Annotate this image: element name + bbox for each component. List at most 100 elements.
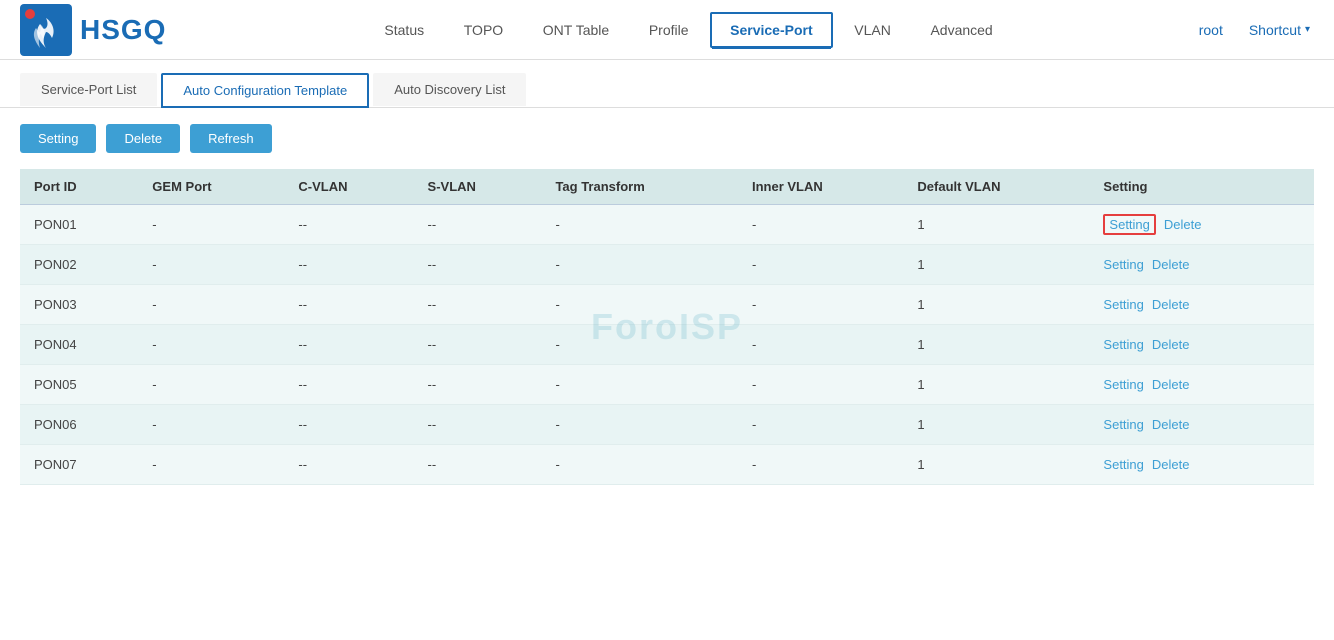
cell-gem-port: - bbox=[138, 205, 284, 245]
action-setting-link[interactable]: Setting bbox=[1103, 417, 1143, 432]
table-header: Port ID GEM Port C-VLAN S-VLAN Tag Trans… bbox=[20, 169, 1314, 205]
nav-item-ont-table[interactable]: ONT Table bbox=[525, 14, 627, 46]
col-setting: Setting bbox=[1089, 169, 1314, 205]
cell-c-vlan: -- bbox=[284, 205, 413, 245]
action-setting-link[interactable]: Setting bbox=[1103, 377, 1143, 392]
tab-auto-discovery-list[interactable]: Auto Discovery List bbox=[373, 73, 526, 106]
logo-icon bbox=[20, 4, 72, 56]
cell-inner-vlan: - bbox=[738, 325, 903, 365]
nav-item-vlan[interactable]: VLAN bbox=[836, 14, 909, 46]
table-row: PON07-------1SettingDelete bbox=[20, 445, 1314, 485]
action-delete-link[interactable]: Delete bbox=[1152, 337, 1190, 352]
table-body: PON01-------1SettingDeletePON02-------1S… bbox=[20, 205, 1314, 485]
nav-item-status[interactable]: Status bbox=[366, 14, 442, 46]
action-setting-link[interactable]: Setting bbox=[1103, 214, 1155, 235]
logo-text: HSGQ bbox=[80, 14, 166, 46]
cell-actions: Setting Delete bbox=[1089, 245, 1314, 285]
chevron-down-icon: ▾ bbox=[1305, 24, 1310, 35]
action-delete-link[interactable]: Delete bbox=[1152, 377, 1190, 392]
action-setting-link[interactable]: Setting bbox=[1103, 297, 1143, 312]
cell-tag-transform: - bbox=[541, 205, 738, 245]
action-delete-link[interactable]: Delete bbox=[1152, 297, 1190, 312]
cell-tag-transform: - bbox=[541, 445, 738, 485]
cell-c-vlan: -- bbox=[284, 325, 413, 365]
cell-gem-port: - bbox=[138, 245, 284, 285]
action-delete-link[interactable]: Delete bbox=[1152, 257, 1190, 272]
cell-c-vlan: -- bbox=[284, 245, 413, 285]
action-delete-link[interactable]: Delete bbox=[1152, 457, 1190, 472]
cell-c-vlan: -- bbox=[284, 405, 413, 445]
header: HSGQ Status TOPO ONT Table Profile Servi… bbox=[0, 0, 1334, 60]
cell-inner-vlan: - bbox=[738, 205, 903, 245]
nav-item-advanced[interactable]: Advanced bbox=[912, 14, 1010, 46]
cell-inner-vlan: - bbox=[738, 365, 903, 405]
cell-inner-vlan: - bbox=[738, 245, 903, 285]
col-default-vlan: Default VLAN bbox=[903, 169, 1089, 205]
setting-button[interactable]: Setting bbox=[20, 124, 96, 153]
cell-actions: Setting Delete bbox=[1089, 205, 1314, 245]
action-delete-link[interactable]: Delete bbox=[1164, 217, 1202, 232]
cell-s-vlan: -- bbox=[414, 285, 542, 325]
col-inner-vlan: Inner VLAN bbox=[738, 169, 903, 205]
cell-actions: Setting Delete bbox=[1089, 285, 1314, 325]
cell-port-id: PON04 bbox=[20, 325, 138, 365]
nav-wrapper-service-port: Status TOPO ONT Table Profile Service-Po… bbox=[366, 22, 1010, 38]
cell-tag-transform: - bbox=[541, 285, 738, 325]
nav-right: root Shortcut ▾ bbox=[1181, 14, 1314, 46]
cell-default-vlan: 1 bbox=[903, 205, 1089, 245]
cell-port-id: PON03 bbox=[20, 285, 138, 325]
cell-tag-transform: - bbox=[541, 365, 738, 405]
main-nav: Status TOPO ONT Table Profile Service-Po… bbox=[196, 22, 1180, 38]
action-delete-link[interactable]: Delete bbox=[1152, 417, 1190, 432]
col-port-id: Port ID bbox=[20, 169, 138, 205]
toolbar: Setting Delete Refresh bbox=[0, 108, 1334, 169]
nav-item-profile[interactable]: Profile bbox=[631, 14, 707, 46]
table-row: PON06-------1SettingDelete bbox=[20, 405, 1314, 445]
tab-service-port-list[interactable]: Service-Port List bbox=[20, 73, 157, 106]
cell-s-vlan: -- bbox=[414, 325, 542, 365]
cell-default-vlan: 1 bbox=[903, 405, 1089, 445]
nav-item-root[interactable]: root bbox=[1181, 14, 1241, 46]
nav-item-topo[interactable]: TOPO bbox=[446, 14, 521, 46]
table-row: PON03-------1SettingDelete bbox=[20, 285, 1314, 325]
delete-button[interactable]: Delete bbox=[106, 124, 180, 153]
cell-default-vlan: 1 bbox=[903, 445, 1089, 485]
cell-c-vlan: -- bbox=[284, 365, 413, 405]
table-container: ForoISP Port ID GEM Port C-VLAN S-VLAN T… bbox=[0, 169, 1334, 485]
cell-s-vlan: -- bbox=[414, 445, 542, 485]
cell-gem-port: - bbox=[138, 405, 284, 445]
table-row: PON05-------1SettingDelete bbox=[20, 365, 1314, 405]
refresh-button[interactable]: Refresh bbox=[190, 124, 272, 153]
cell-port-id: PON06 bbox=[20, 405, 138, 445]
col-c-vlan: C-VLAN bbox=[284, 169, 413, 205]
nav-item-service-port[interactable]: Service-Port bbox=[710, 12, 832, 48]
table-row: PON02-------1SettingDelete bbox=[20, 245, 1314, 285]
cell-default-vlan: 1 bbox=[903, 365, 1089, 405]
cell-tag-transform: - bbox=[541, 325, 738, 365]
table-row: PON04-------1SettingDelete bbox=[20, 325, 1314, 365]
cell-tag-transform: - bbox=[541, 245, 738, 285]
col-tag-transform: Tag Transform bbox=[541, 169, 738, 205]
cell-c-vlan: -- bbox=[284, 285, 413, 325]
col-s-vlan: S-VLAN bbox=[414, 169, 542, 205]
nav-item-shortcut[interactable]: Shortcut ▾ bbox=[1245, 14, 1314, 46]
cell-actions: Setting Delete bbox=[1089, 405, 1314, 445]
cell-gem-port: - bbox=[138, 285, 284, 325]
cell-actions: Setting Delete bbox=[1089, 445, 1314, 485]
cell-gem-port: - bbox=[138, 445, 284, 485]
action-setting-link[interactable]: Setting bbox=[1103, 257, 1143, 272]
table-row: PON01-------1SettingDelete bbox=[20, 205, 1314, 245]
cell-tag-transform: - bbox=[541, 405, 738, 445]
logo-area: HSGQ bbox=[20, 4, 166, 56]
tab-auto-config-template[interactable]: Auto Configuration Template bbox=[161, 73, 369, 108]
cell-port-id: PON01 bbox=[20, 205, 138, 245]
cell-port-id: PON07 bbox=[20, 445, 138, 485]
col-gem-port: GEM Port bbox=[138, 169, 284, 205]
main-table: Port ID GEM Port C-VLAN S-VLAN Tag Trans… bbox=[20, 169, 1314, 485]
action-setting-link[interactable]: Setting bbox=[1103, 457, 1143, 472]
action-setting-link[interactable]: Setting bbox=[1103, 337, 1143, 352]
cell-inner-vlan: - bbox=[738, 405, 903, 445]
cell-s-vlan: -- bbox=[414, 365, 542, 405]
cell-actions: Setting Delete bbox=[1089, 365, 1314, 405]
cell-s-vlan: -- bbox=[414, 245, 542, 285]
